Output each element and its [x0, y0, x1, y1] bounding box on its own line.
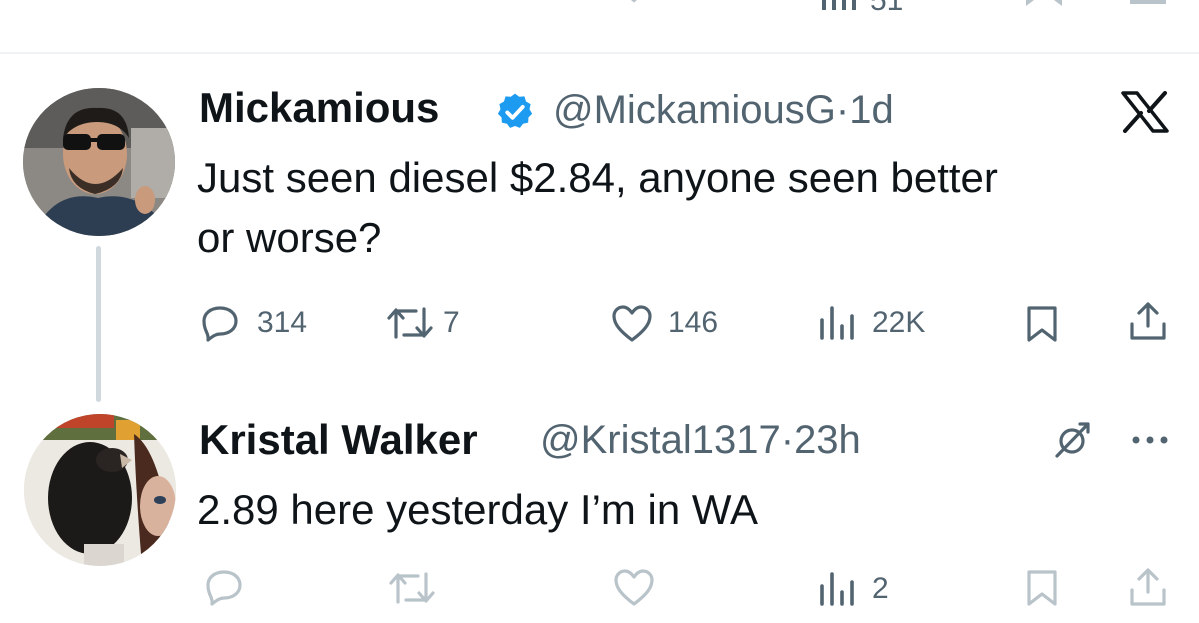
reply-count: 314 [257, 306, 308, 339]
views-count: 2 [872, 572, 889, 605]
like-icon[interactable] [610, 304, 654, 344]
separator: · [835, 88, 850, 132]
repost-icon[interactable] [400, 0, 450, 10]
like-count: 146 [668, 306, 719, 339]
like-icon[interactable] [612, 0, 656, 10]
more-icon[interactable] [1130, 434, 1170, 446]
timestamp[interactable]: 1d [849, 88, 894, 132]
views-icon[interactable] [818, 306, 858, 340]
share-icon[interactable] [1128, 300, 1168, 342]
separator: · [780, 418, 795, 462]
reply-icon[interactable] [200, 304, 240, 342]
divider [0, 52, 1199, 54]
views-icon[interactable] [818, 572, 858, 606]
bookmark-icon[interactable] [1024, 568, 1060, 608]
views-icon[interactable] [820, 0, 860, 12]
bookmark-icon[interactable] [1024, 0, 1064, 12]
handle-time: @Kristal1317·23h [540, 418, 861, 463]
handle[interactable]: @MickamiousG [553, 88, 836, 132]
repost-icon[interactable] [386, 305, 434, 341]
thread-line [96, 246, 101, 402]
repost-count: 7 [443, 306, 460, 339]
bookmark-icon[interactable] [1024, 304, 1060, 344]
author-name[interactable]: Kristal Walker [199, 416, 478, 464]
grok-icon[interactable] [1052, 420, 1092, 460]
views-count: 22K [872, 306, 926, 339]
views-count: 51 [870, 0, 904, 17]
x-logo-icon [1120, 91, 1170, 133]
share-icon[interactable] [1128, 0, 1168, 12]
like-icon[interactable] [612, 568, 656, 608]
verified-badge-icon [494, 91, 536, 133]
tweet-text-line: Just seen diesel $2.84, anyone seen bett… [197, 154, 998, 201]
share-icon[interactable] [1128, 566, 1168, 608]
tweet-text-line: or worse? [197, 214, 382, 261]
tweet-text: 2.89 here yesterday I’m in WA [197, 486, 759, 533]
timestamp[interactable]: 23h [794, 418, 861, 462]
repost-icon[interactable] [388, 570, 436, 606]
avatar[interactable] [23, 88, 175, 236]
author-name[interactable]: Mickamious [199, 84, 439, 132]
handle-time: @MickamiousG·1d [553, 88, 894, 133]
reply-icon[interactable] [202, 0, 246, 10]
avatar[interactable] [24, 414, 176, 566]
tweet-text: Just seen diesel $2.84, anyone seen bett… [197, 148, 1187, 268]
handle[interactable]: @Kristal1317 [540, 418, 781, 462]
reply-icon[interactable] [204, 568, 244, 606]
